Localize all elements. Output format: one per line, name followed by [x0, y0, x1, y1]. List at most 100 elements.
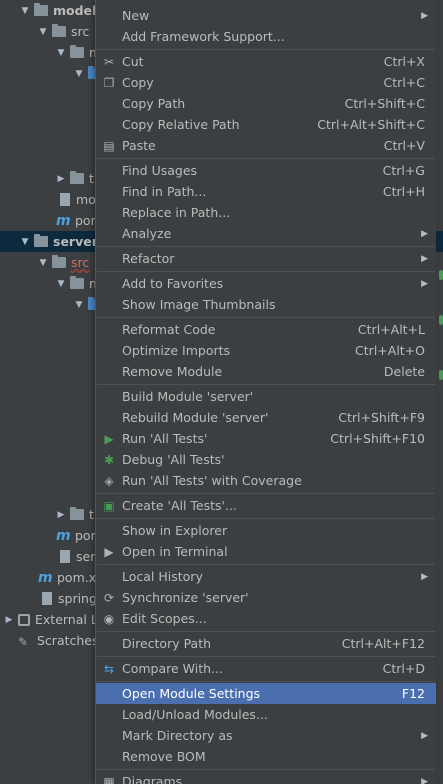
collapse-arrow-icon[interactable]: ▶: [56, 174, 66, 184]
menu-item-new[interactable]: New ▶: [96, 5, 436, 26]
tree-item-label: t: [89, 507, 94, 522]
menu-item-shortcut: Ctrl+Shift+F10: [330, 431, 425, 446]
menu-item-label: Analyze: [122, 226, 172, 241]
menu-item-label: Reformat Code: [122, 322, 216, 337]
menu-item-cut[interactable]: ✂ Cut Ctrl+X: [96, 51, 436, 72]
menu-item-mark-directory-as[interactable]: Mark Directory as ▶: [96, 725, 436, 746]
menu-item-add-to-favorites[interactable]: Add to Favorites ▶: [96, 273, 436, 294]
tree-item-label: src: [71, 24, 90, 39]
menu-item-run-all-tests[interactable]: ▶ Run 'All Tests' Ctrl+Shift+F10: [96, 428, 436, 449]
module-folder-icon: [34, 3, 48, 16]
menu-item-shortcut: F12: [401, 686, 425, 701]
menu-item-remove-bom[interactable]: Remove BOM: [96, 746, 436, 767]
menu-item-directory-path[interactable]: Directory Path Ctrl+Alt+F12: [96, 633, 436, 654]
library-icon: [18, 613, 30, 626]
menu-item-diagrams[interactable]: ▦ Diagrams ▶: [96, 771, 436, 784]
menu-item-label: Add to Favorites: [122, 276, 224, 291]
terminal-icon: ▶: [104, 544, 114, 559]
menu-item-add-framework-support[interactable]: Add Framework Support...: [96, 26, 436, 47]
menu-item-load-unload-modules[interactable]: Load/Unload Modules...: [96, 704, 436, 725]
collapse-arrow-icon[interactable]: ▶: [56, 510, 66, 520]
collapse-arrow-icon[interactable]: ▶: [4, 615, 14, 625]
menu-item-create-all-tests[interactable]: ▣ Create 'All Tests'...: [96, 495, 436, 516]
menu-item-label: Copy: [122, 75, 154, 90]
menu-item-label: Open in Terminal: [122, 544, 228, 559]
menu-item-shortcut: Ctrl+G: [382, 163, 425, 178]
expand-arrow-icon[interactable]: ▼: [74, 300, 84, 310]
menu-item-open-in-terminal[interactable]: ▶ Open in Terminal: [96, 541, 436, 562]
menu-item-replace-in-path[interactable]: Replace in Path...: [96, 202, 436, 223]
menu-item-label: Diagrams: [122, 774, 183, 784]
menu-item-shortcut: Ctrl+Shift+C: [344, 96, 425, 111]
menu-item-label: Debug 'All Tests': [122, 452, 225, 467]
menu-item-optimize-imports[interactable]: Optimize Imports Ctrl+Alt+O: [96, 340, 436, 361]
tree-item-label: model: [53, 3, 97, 18]
menu-separator: [97, 564, 435, 565]
menu-item-label: Find Usages: [122, 163, 198, 178]
menu-item-find-in-path[interactable]: Find in Path... Ctrl+H: [96, 181, 436, 202]
maven-icon: m: [56, 212, 71, 229]
menu-item-analyze[interactable]: Analyze ▶: [96, 223, 436, 244]
expand-arrow-icon[interactable]: ▼: [20, 237, 30, 247]
menu-item-edit-scopes[interactable]: ◉ Edit Scopes...: [96, 608, 436, 629]
menu-item-open-module-settings[interactable]: Open Module Settings F12: [96, 683, 436, 704]
menu-separator: [97, 384, 435, 385]
expand-arrow-icon[interactable]: ▼: [74, 69, 84, 79]
menu-item-local-history[interactable]: Local History ▶: [96, 566, 436, 587]
folder-icon: [70, 171, 84, 184]
menu-item-label: Find in Path...: [122, 184, 207, 199]
menu-separator: [97, 681, 435, 682]
submenu-arrow-icon: ▶: [421, 10, 428, 21]
scopes-icon: ◉: [103, 611, 115, 626]
folder-icon: [52, 255, 66, 268]
menu-item-label: Replace in Path...: [122, 205, 231, 220]
menu-item-shortcut: Ctrl+Alt+L: [357, 322, 425, 337]
folder-icon: [70, 45, 84, 58]
menu-item-label: Synchronize 'server': [122, 590, 249, 605]
menu-item-label: Mark Directory as: [122, 728, 233, 743]
menu-item-copy-path[interactable]: Copy Path Ctrl+Shift+C: [96, 93, 436, 114]
expand-arrow-icon[interactable]: ▼: [56, 279, 66, 289]
menu-item-label: Run 'All Tests': [122, 431, 208, 446]
menu-item-refactor[interactable]: Refactor ▶: [96, 248, 436, 269]
menu-item-label: Add Framework Support...: [122, 29, 285, 44]
menu-item-reformat-code[interactable]: Reformat Code Ctrl+Alt+L: [96, 319, 436, 340]
menu-item-copy[interactable]: ❐ Copy Ctrl+C: [96, 72, 436, 93]
menu-item-copy-relative-path[interactable]: Copy Relative Path Ctrl+Alt+Shift+C: [96, 114, 436, 135]
menu-item-shortcut: Ctrl+Alt+Shift+C: [317, 117, 425, 132]
expand-arrow-icon[interactable]: ▼: [56, 48, 66, 58]
menu-item-build-module[interactable]: Build Module 'server': [96, 386, 436, 407]
context-menu: New ▶ Add Framework Support... ✂ Cut Ctr…: [95, 0, 436, 784]
menu-item-synchronize[interactable]: ⟳ Synchronize 'server': [96, 587, 436, 608]
menu-item-label: Paste: [122, 138, 156, 153]
menu-item-show-in-explorer[interactable]: Show in Explorer: [96, 520, 436, 541]
menu-item-label: Rebuild Module 'server': [122, 410, 269, 425]
menu-item-label: Create 'All Tests'...: [122, 498, 237, 513]
menu-item-label: Local History: [122, 569, 203, 584]
menu-separator: [97, 518, 435, 519]
expand-arrow-icon[interactable]: ▼: [38, 27, 48, 37]
sync-icon: ⟳: [103, 590, 115, 605]
expand-arrow-icon[interactable]: ▼: [20, 6, 30, 16]
menu-item-run-with-coverage[interactable]: ◈ Run 'All Tests' with Coverage: [96, 470, 436, 491]
menu-item-label: Remove Module: [122, 364, 223, 379]
menu-item-debug-all-tests[interactable]: ✱ Debug 'All Tests': [96, 449, 436, 470]
run-icon: ▶: [104, 431, 114, 446]
scissors-icon: ✂: [103, 54, 115, 69]
menu-separator: [97, 631, 435, 632]
menu-item-find-usages[interactable]: Find Usages Ctrl+G: [96, 160, 436, 181]
menu-item-label: Show in Explorer: [122, 523, 228, 538]
menu-item-show-image-thumbnails[interactable]: Show Image Thumbnails: [96, 294, 436, 315]
file-icon: [60, 550, 70, 563]
tree-item-label: server: [53, 234, 98, 249]
expand-arrow-icon[interactable]: ▼: [38, 258, 48, 268]
maven-icon: m: [56, 527, 71, 544]
menu-item-remove-module[interactable]: Remove Module Delete: [96, 361, 436, 382]
menu-separator: [97, 656, 435, 657]
menu-item-paste[interactable]: ▤ Paste Ctrl+V: [96, 135, 436, 156]
menu-item-label: Load/Unload Modules...: [122, 707, 268, 722]
menu-item-rebuild-module[interactable]: Rebuild Module 'server' Ctrl+Shift+F9: [96, 407, 436, 428]
debug-icon: ✱: [103, 452, 115, 467]
menu-separator: [97, 317, 435, 318]
menu-item-compare-with[interactable]: ⇆ Compare With... Ctrl+D: [96, 658, 436, 679]
